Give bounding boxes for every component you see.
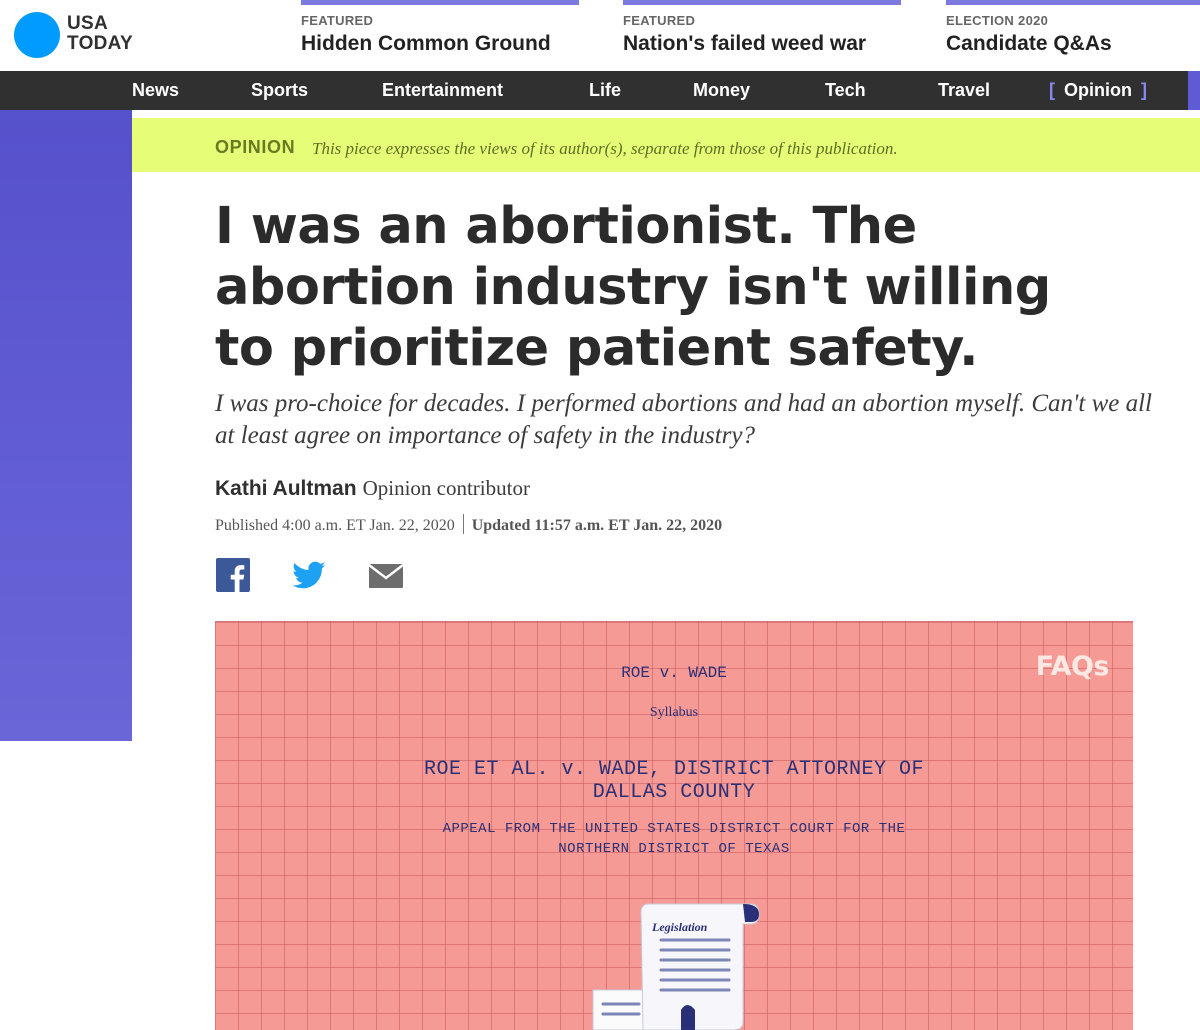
promo-kicker: FEATURED	[301, 13, 374, 28]
promo-headline[interactable]: Nation's failed weed war	[623, 32, 866, 56]
article-video-thumbnail[interactable]: FAQs ROE v. WADE Syllabus ROE ET AL. v. …	[215, 621, 1133, 1030]
document-syllabus: Syllabus	[649, 705, 699, 720]
nav-item-money[interactable]: Money	[693, 71, 750, 110]
site-logo-text[interactable]: USA TODAY	[67, 14, 133, 54]
nav-edge-accent	[1188, 71, 1200, 110]
nav-item-opinion-active[interactable]: [ Opinion ]	[1049, 71, 1147, 110]
author-role: Opinion contributor	[362, 476, 530, 500]
nav-item-life[interactable]: Life	[589, 71, 621, 110]
updated-date: Updated 11:57 a.m. ET Jan. 22, 2020	[471, 517, 723, 534]
promo-accent-bar	[301, 0, 579, 5]
nav-bracket-open: [	[1049, 80, 1055, 100]
nav-bracket-close: ]	[1141, 80, 1148, 100]
document-parties-line-2: DALLAS COUNTY	[592, 781, 756, 804]
section-color-block	[0, 110, 132, 741]
nav-item-tech[interactable]: Tech	[825, 71, 866, 110]
facebook-icon[interactable]	[216, 558, 252, 594]
published-date: Published 4:00 a.m. ET Jan. 22, 2020	[215, 517, 455, 534]
logo-line-1: USA	[67, 13, 109, 34]
email-icon[interactable]	[368, 558, 404, 594]
promo-kicker: ELECTION 2020	[946, 13, 1049, 28]
featured-promo-3[interactable]: ELECTION 2020 Candidate Q&As	[946, 0, 1200, 71]
usa-today-logo-icon[interactable]	[14, 12, 60, 58]
promo-headline[interactable]: Candidate Q&As	[946, 32, 1112, 56]
logo-line-2: TODAY	[67, 33, 133, 54]
promo-headline[interactable]: Hidden Common Ground	[301, 32, 551, 56]
promo-accent-bar	[946, 0, 1200, 5]
opinion-label: OPINION	[215, 137, 296, 157]
main-nav: News Sports Entertainment Life Money Tec…	[0, 71, 1200, 110]
nav-item-sports[interactable]: Sports	[251, 71, 308, 110]
document-appeal-line-2: NORTHERN DISTRICT OF TEXAS	[558, 841, 790, 857]
article-dek: I was pro-choice for decades. I performe…	[215, 390, 1152, 449]
article-title: I was an abortionist. The abortion indus…	[215, 197, 1051, 378]
author-name[interactable]: Kathi Aultman	[215, 477, 357, 500]
scroll-label: Legislation	[652, 920, 708, 934]
opinion-banner: OPINION This piece expresses the views o…	[132, 118, 1200, 172]
featured-promo-2[interactable]: FEATURED Nation's failed weed war	[623, 0, 901, 71]
nav-item-entertainment[interactable]: Entertainment	[382, 71, 503, 110]
site-header: USA TODAY FEATURED Hidden Common Ground …	[0, 0, 1200, 71]
document-appeal-line-1: APPEAL FROM THE UNITED STATES DISTRICT C…	[442, 821, 906, 837]
article-dates: Published 4:00 a.m. ET Jan. 22, 2020 Upda…	[215, 514, 722, 535]
opinion-disclaimer: This piece expresses the views of its au…	[312, 139, 898, 158]
document-case-title: ROE v. WADE	[621, 664, 727, 682]
nav-item-news[interactable]: News	[132, 71, 179, 110]
document-parties-line-1: ROE ET AL. v. WADE, DISTRICT ATTORNEY OF	[423, 758, 925, 781]
date-separator	[462, 514, 464, 534]
twitter-icon[interactable]	[291, 558, 327, 594]
byline: Kathi Aultman Opinion contributor	[215, 476, 530, 501]
featured-promo-1[interactable]: FEATURED Hidden Common Ground	[301, 0, 579, 71]
promo-kicker: FEATURED	[623, 13, 696, 28]
nav-item-opinion-label: Opinion	[1064, 80, 1132, 100]
nav-item-travel[interactable]: Travel	[938, 71, 990, 110]
promo-accent-bar	[623, 0, 901, 5]
